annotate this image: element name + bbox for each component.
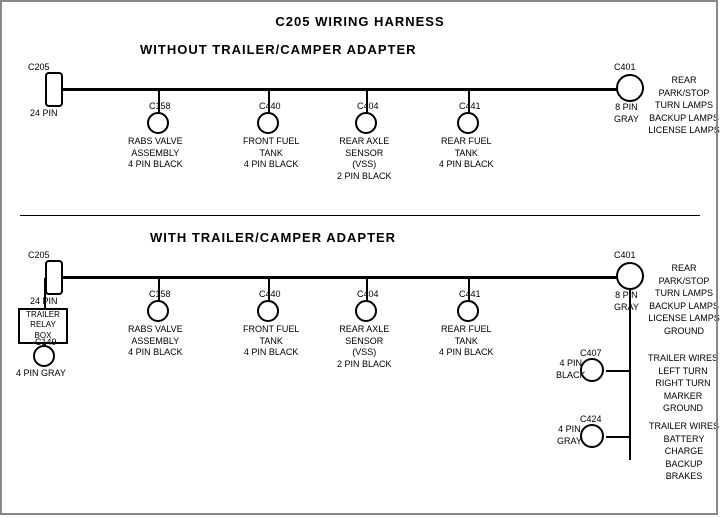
diagram-container: C205 WIRING HARNESS WITHOUT TRAILER/CAMP… <box>0 0 720 505</box>
outer-border <box>0 0 718 515</box>
